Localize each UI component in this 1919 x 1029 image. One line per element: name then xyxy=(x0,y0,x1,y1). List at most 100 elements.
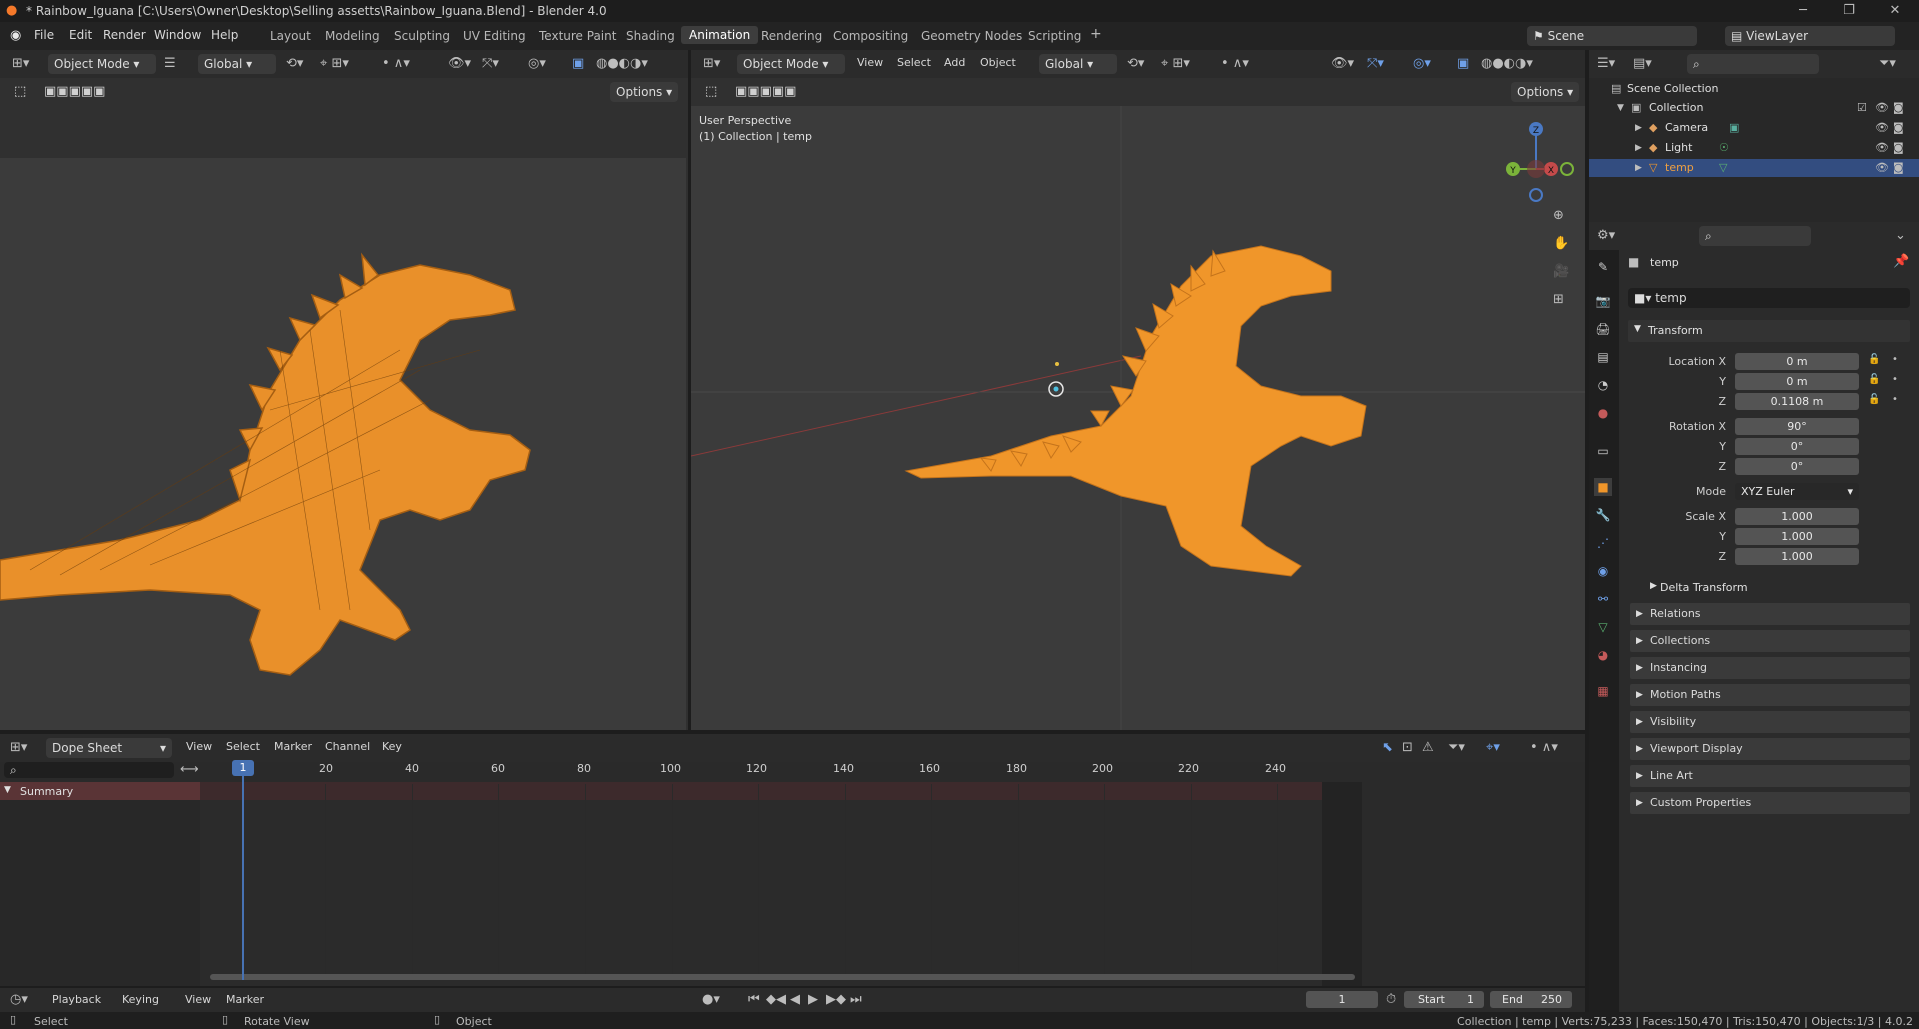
selection-modes-icon[interactable]: ▣▣▣▣▣ xyxy=(735,82,796,102)
chevron-down-icon[interactable]: ▼ xyxy=(1617,98,1624,118)
overlay-icon[interactable]: ◎▾ xyxy=(1413,54,1431,74)
eye-icon[interactable]: 👁 xyxy=(1875,158,1889,178)
show-hidden-icon[interactable]: ⊡ xyxy=(1402,738,1413,758)
outliner-item-light[interactable]: ▶ ◆ Light ☉ 👁 ◙ xyxy=(1589,139,1919,157)
output-tab-icon[interactable]: 🖨 xyxy=(1594,320,1612,338)
location-z-field[interactable]: 0.1108 m xyxy=(1735,393,1859,410)
chevron-right-icon[interactable]: ▶ xyxy=(1635,118,1642,138)
instancing-section[interactable]: ▶ Instancing xyxy=(1630,657,1910,679)
gizmo-icon[interactable]: ⤧▾ xyxy=(1367,54,1384,74)
rotation-z-field[interactable]: 0° xyxy=(1735,458,1859,475)
editor-type-icon[interactable]: ⊞▾ xyxy=(12,54,29,74)
menu-render[interactable]: Render xyxy=(103,28,146,42)
viewlayer-selector[interactable]: ▤ ViewLayer xyxy=(1725,26,1895,46)
tab-animation[interactable]: Animation xyxy=(681,26,759,44)
jump-end-icon[interactable]: ⏭ xyxy=(850,990,862,1010)
outliner-item-temp[interactable]: ▶ ▽ temp ▽ 👁 ◙ xyxy=(1589,159,1919,177)
play-reverse-icon[interactable]: ◀ xyxy=(790,990,800,1010)
shading-modes-icon[interactable]: ◍●◐◑▾ xyxy=(1481,54,1533,74)
current-frame-field[interactable]: 1 xyxy=(1306,991,1378,1008)
rotation-mode-select[interactable]: XYZ Euler ▾ xyxy=(1735,483,1859,500)
render-tab-icon[interactable]: 📷 xyxy=(1594,292,1612,310)
summary-channel[interactable]: ▼ Summary xyxy=(0,782,200,800)
scene-tab-icon[interactable]: ◔ xyxy=(1594,376,1612,394)
relations-section[interactable]: ▶ Relations xyxy=(1630,603,1910,625)
tab-uv-editing[interactable]: UV Editing xyxy=(463,29,526,43)
mode-selector[interactable]: Object Mode ▾ xyxy=(48,54,156,74)
outliner-editor-icon[interactable]: ☰▾ xyxy=(1597,54,1615,74)
outliner-search-input[interactable]: ⌕ xyxy=(1687,54,1819,74)
only-selected-icon[interactable]: ⬉ xyxy=(1382,738,1393,758)
visibility-icon[interactable]: 👁▾ xyxy=(448,54,471,74)
orientation-selector[interactable]: Global ▾ xyxy=(1039,54,1117,74)
snap-icon[interactable]: ⌖ ⊞▾ xyxy=(320,54,349,74)
material-tab-icon[interactable]: ◕ xyxy=(1594,646,1612,664)
camera-render-icon[interactable]: ◙ xyxy=(1893,118,1904,138)
navigation-gizmo[interactable]: Z Y X xyxy=(1491,112,1581,212)
visibility-section[interactable]: ▶ Visibility xyxy=(1630,711,1910,733)
menu-key[interactable]: Key xyxy=(382,740,402,753)
view-layer-tab-icon[interactable]: ▤ xyxy=(1594,348,1612,366)
menu-playback[interactable]: Playback xyxy=(52,993,101,1006)
zoom-icon[interactable]: ⊕ xyxy=(1553,206,1564,226)
delta-transform-header[interactable]: ▶ Delta Transform xyxy=(1640,577,1910,597)
world-tab-icon[interactable]: ● xyxy=(1594,404,1612,422)
modifier-tab-icon[interactable]: 🔧 xyxy=(1594,506,1612,524)
tab-compositing[interactable]: Compositing xyxy=(833,29,908,43)
visibility-icon[interactable]: 👁▾ xyxy=(1331,54,1354,74)
line-art-section[interactable]: ▶ Line Art xyxy=(1630,765,1910,787)
transform-panel-header[interactable]: ▼ Transform xyxy=(1628,320,1910,342)
dopesheet-timeline-area[interactable] xyxy=(200,800,1362,986)
xray-icon[interactable]: ▣ xyxy=(1457,54,1469,74)
menu-help[interactable]: Help xyxy=(211,28,238,42)
menu-view[interactable]: View xyxy=(185,993,211,1006)
editor-type-icon[interactable]: ⊞▾ xyxy=(10,738,27,758)
display-mode-icon[interactable]: ▤▾ xyxy=(1633,54,1652,74)
viewport-display-section[interactable]: ▶ Viewport Display xyxy=(1630,738,1910,760)
scene-selector[interactable]: ⚑ Scene xyxy=(1527,26,1697,46)
maximize-icon[interactable]: ❐ xyxy=(1826,0,1872,22)
dopesheet-mode-select[interactable]: Dope Sheet ▾ xyxy=(46,738,172,758)
menu-window[interactable]: Window xyxy=(154,28,201,42)
hamburger-icon[interactable]: ☰ xyxy=(164,54,176,74)
pivot-icon[interactable]: ⟲▾ xyxy=(1127,54,1144,74)
outliner-item-camera[interactable]: ▶ ◆ Camera ▣ 👁 ◙ xyxy=(1589,119,1919,137)
custom-properties-section[interactable]: ▶ Custom Properties xyxy=(1630,792,1910,814)
menu-edit[interactable]: Edit xyxy=(69,28,92,42)
left-options-button[interactable]: Options ▾ xyxy=(610,82,679,102)
add-workspace-icon[interactable]: + xyxy=(1090,26,1102,42)
collection-tab-icon[interactable]: ▭ xyxy=(1594,442,1612,460)
ortho-grid-icon[interactable]: ⊞ xyxy=(1553,290,1564,310)
tab-texture-paint[interactable]: Texture Paint xyxy=(539,29,616,43)
current-frame-badge[interactable]: 1 xyxy=(232,760,254,776)
filter-icon[interactable]: ⏷▾ xyxy=(1448,738,1465,758)
menu-file[interactable]: File xyxy=(34,28,54,42)
scale-y-field[interactable]: 1.000 xyxy=(1735,528,1859,545)
end-frame-field[interactable]: End 250 xyxy=(1490,991,1572,1008)
location-y-field[interactable]: 0 m xyxy=(1735,373,1859,390)
eye-icon[interactable]: 👁 xyxy=(1875,138,1889,158)
pivot-icon[interactable]: ⟲▾ xyxy=(286,54,303,74)
close-icon[interactable]: ✕ xyxy=(1872,0,1918,22)
stopwatch-icon[interactable]: ⏱ xyxy=(1386,990,1396,1010)
rotation-y-field[interactable]: 0° xyxy=(1735,438,1859,455)
menu-marker[interactable]: Marker xyxy=(226,993,264,1006)
blender-menu-icon[interactable]: ◉ xyxy=(10,28,21,43)
particles-tab-icon[interactable]: ⋰ xyxy=(1594,534,1612,552)
swap-icon[interactable]: ⟷ xyxy=(180,760,199,780)
camera-render-icon[interactable]: ◙ xyxy=(1893,158,1904,178)
menu-view[interactable]: View xyxy=(186,740,212,753)
texture-tab-icon[interactable]: ▦ xyxy=(1594,682,1612,700)
tab-geometry-nodes[interactable]: Geometry Nodes xyxy=(921,29,1022,43)
collection-row[interactable]: ▼ ▣ Collection ☑ 👁 ◙ xyxy=(1589,99,1919,117)
filter-icon[interactable]: ⏷▾ xyxy=(1879,54,1896,74)
menu-select[interactable]: Select xyxy=(897,56,931,69)
location-x-field[interactable]: 0 m xyxy=(1735,353,1859,370)
select-tool-icon[interactable]: ⬚ xyxy=(14,82,26,102)
mode-selector[interactable]: Object Mode ▾ xyxy=(737,54,845,74)
pin-icon[interactable]: 📌 xyxy=(1893,252,1909,272)
tool-tab-icon[interactable]: ✎ xyxy=(1594,258,1612,276)
menu-object[interactable]: Object xyxy=(980,56,1016,69)
checkbox-icon[interactable]: ☑ xyxy=(1857,98,1867,118)
chevron-right-icon[interactable]: ▶ xyxy=(1635,158,1642,178)
